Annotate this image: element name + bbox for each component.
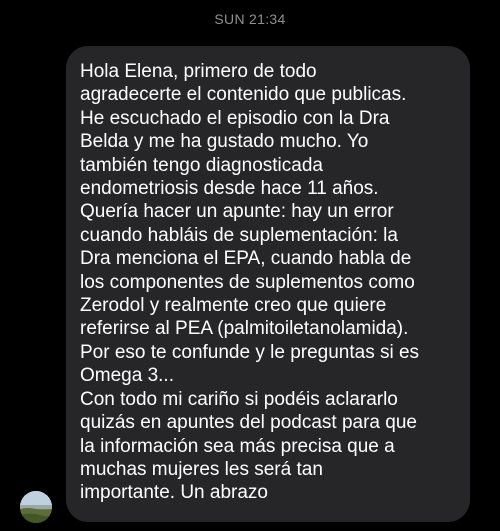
message-text-line: Quería hacer un apunte: hay un error bbox=[80, 201, 394, 223]
received-message-bubble[interactable]: Hola Elena, primero de todo agradecerte … bbox=[66, 46, 470, 522]
message-text-line: importante. Un abrazo bbox=[80, 482, 268, 504]
message-text-line: Belda y me ha gustado mucho. Yo bbox=[80, 131, 369, 153]
message-text-line: Omega 3... bbox=[80, 365, 174, 387]
message-text-line: Dra menciona el EPA, cuando habla de bbox=[80, 248, 412, 270]
message-text-line: endometriosis desde hace 11 años. bbox=[80, 178, 379, 200]
message-text-line: la información sea más precisa que a bbox=[80, 435, 395, 457]
message-text-line: Zerodol y realmente creo que quiere bbox=[80, 295, 387, 317]
message-text-line: quizás en apuntes del podcast para que bbox=[80, 412, 417, 434]
message-text-line: los componentes de suplementos como bbox=[80, 271, 415, 293]
message-text-line: referirse al PEA (palmitoiletanolamida). bbox=[80, 318, 409, 340]
message-text-line: Con todo mi cariño si podéis aclararlo bbox=[80, 388, 398, 410]
message-text-line: cuando habláis de suplementación: la bbox=[80, 224, 398, 246]
message-text-line: Por eso te confunde y le preguntas si es bbox=[80, 341, 420, 363]
message-text-line: también tengo diagnosticada bbox=[80, 154, 323, 176]
message-text-line: Hola Elena, primero de todo bbox=[80, 61, 317, 82]
sender-avatar[interactable] bbox=[20, 491, 52, 523]
message-text-line: agradecerte el contenido que publicas. bbox=[80, 84, 407, 106]
message-timestamp: SUN 21:34 bbox=[214, 11, 286, 27]
landscape-avatar-icon bbox=[20, 491, 52, 523]
message-text-line: muchas mujeres les será tan bbox=[80, 458, 323, 480]
message-text-line: He escuchado el episodio con la Dra bbox=[80, 107, 390, 129]
